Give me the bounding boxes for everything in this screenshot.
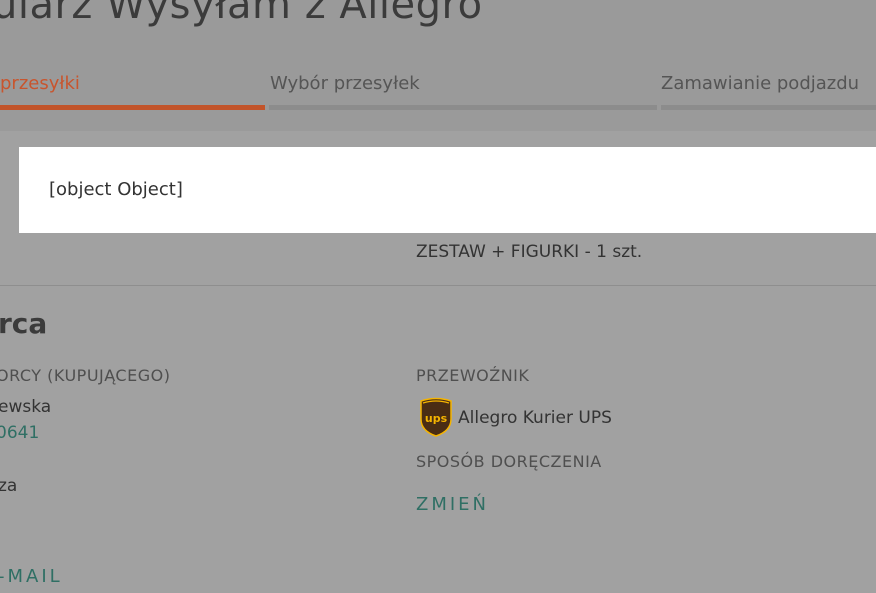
carrier-name-row: Allegro Kurier UPS xyxy=(458,408,612,428)
alert-message: [object Object] xyxy=(49,179,183,200)
recipient-section-heading: rca xyxy=(0,307,48,340)
tab-progress-bar xyxy=(661,105,876,110)
tab-label: przesyłki xyxy=(0,73,80,94)
page-title: ularz Wysyłam z Allegro xyxy=(0,0,483,28)
tab-label: Wybór przesyłek xyxy=(270,73,420,94)
section-divider xyxy=(0,285,876,286)
recipient-address: za xyxy=(0,476,18,496)
svg-text:ups: ups xyxy=(425,412,448,425)
tab-progress-bar-active xyxy=(0,105,265,110)
recipient-phone-link[interactable]: 0641 xyxy=(0,423,39,443)
delivery-method-label: SPOSÓB DORĘCZENIA xyxy=(416,452,602,471)
recipient-label: ORCY (KUPUJĄCEGO) xyxy=(0,366,171,385)
carrier-name: Allegro Kurier UPS xyxy=(458,408,612,428)
recipient-name: ewska xyxy=(0,397,52,417)
tab-label: Zamawianie podjazdu xyxy=(661,73,860,94)
recipient-email-link[interactable]: -MAIL xyxy=(0,566,63,587)
tab-progress-bar xyxy=(269,105,657,110)
carrier-label: PRZEWOŹNIK xyxy=(416,366,530,385)
change-delivery-link[interactable]: ZMIEŃ xyxy=(416,494,489,515)
product-summary: ZESTAW + FIGURKI - 1 szt. xyxy=(416,242,643,262)
ups-logo-icon: ups xyxy=(420,397,452,437)
alert-popup: [object Object] xyxy=(19,147,876,233)
wizard-tabs: przesyłki Wybór przesyłek Zamawianie pod… xyxy=(0,60,876,112)
